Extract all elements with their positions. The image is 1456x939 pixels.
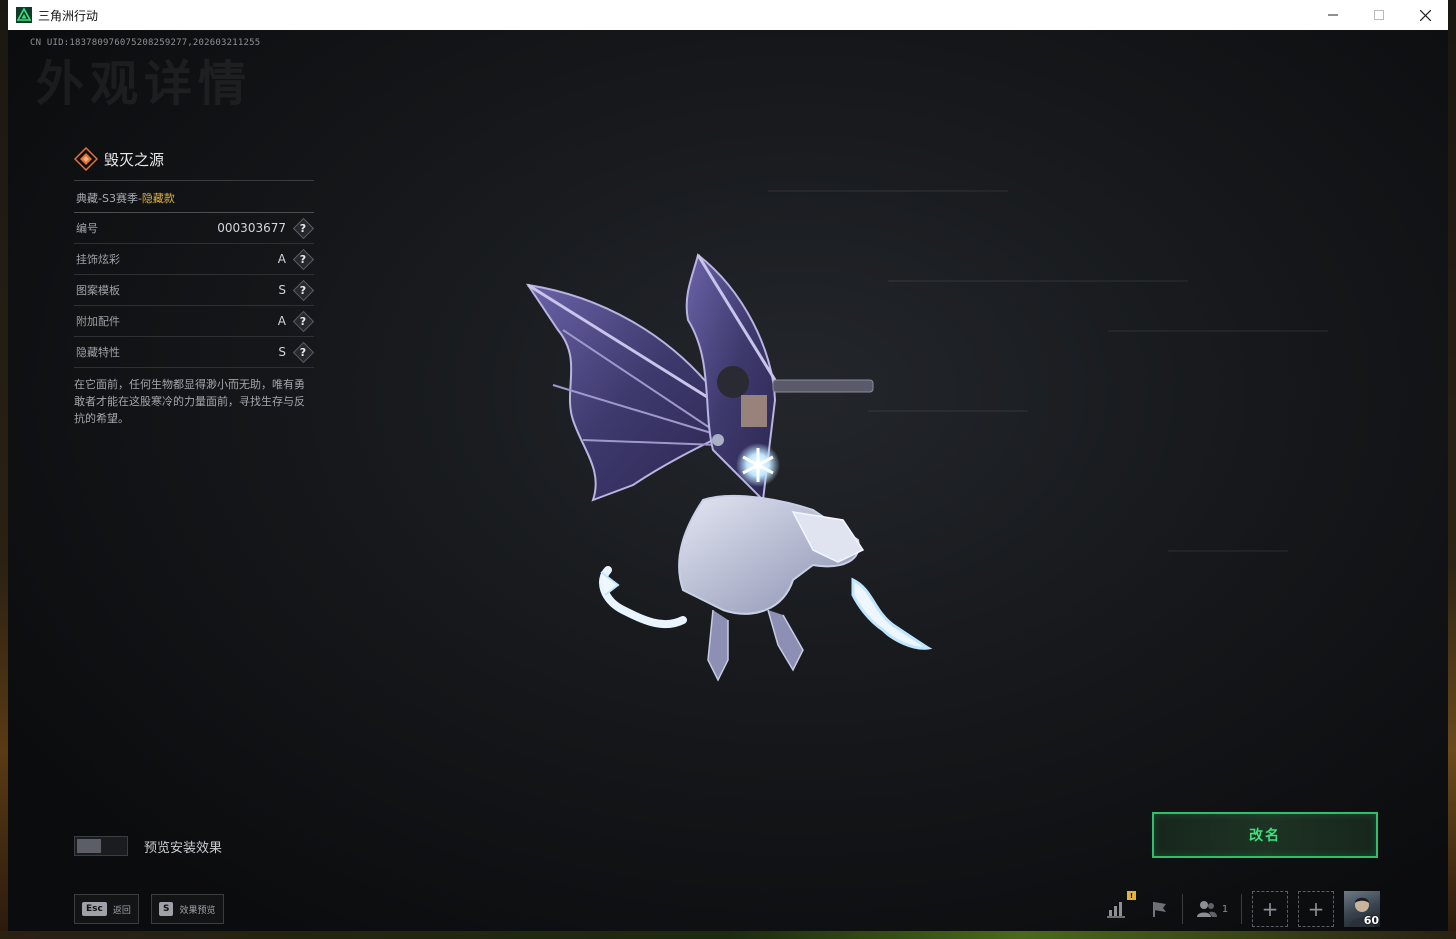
attr-row-pattern: 图案模板 S ? [74, 275, 314, 306]
game-viewport: CN UID:1837809760752082592​77,2026032112… [8, 30, 1448, 931]
attr-row-serial: 编号 000303677 ? [74, 213, 314, 244]
friends-count: 1 [1221, 903, 1229, 915]
window-title: 三角洲行动 [38, 8, 99, 23]
attr-label: 编号 [76, 222, 98, 235]
plus-icon: + [1261, 897, 1279, 921]
app-logo-icon [16, 7, 32, 23]
notice-badge: ! [1127, 891, 1136, 900]
preview-install-label: 预览安装效果 [144, 840, 223, 856]
effect-preview-hint-button[interactable]: S 效果预览 [151, 894, 224, 924]
flag-icon [1153, 902, 1166, 917]
back-hint-button[interactable]: Esc 返回 [74, 894, 139, 924]
toggle-knob [77, 839, 101, 853]
attr-value: A [277, 252, 286, 266]
preview-install-toggle-row: 预览安装效果 [74, 836, 222, 856]
attr-row-charm-color: 挂饰炫彩 A ? [74, 244, 314, 275]
key-esc: Esc [82, 902, 107, 916]
rename-button[interactable]: 改名 [1152, 812, 1378, 858]
wall-streak [1168, 550, 1288, 552]
attr-value: S [278, 345, 286, 359]
series-tag-hidden: 隐藏款 [141, 192, 175, 205]
item-name: 毁灭之源 [104, 150, 165, 169]
window-frame-bottom [0, 931, 1456, 939]
item-header: 毁灭之源 [74, 146, 314, 172]
minimize-icon [1328, 14, 1338, 16]
help-icon[interactable]: ? [294, 219, 312, 237]
hint-label: 效果预览 [179, 905, 216, 916]
hint-label: 返回 [112, 905, 131, 916]
stats-button[interactable]: ! [1094, 891, 1138, 927]
attr-label: 图案模板 [76, 284, 120, 297]
page-title-watermark: 外观详情 [36, 56, 253, 112]
dragon-charm-model[interactable] [513, 250, 933, 690]
wall-streak [768, 190, 1008, 192]
maximize-icon [1374, 10, 1384, 20]
friends-button[interactable]: 1 [1183, 891, 1241, 927]
divider [1241, 894, 1242, 924]
attr-row-attachment: 附加配件 A ? [74, 306, 314, 337]
plus-icon: + [1307, 897, 1325, 921]
attr-value: A [277, 314, 286, 328]
close-button[interactable] [1402, 0, 1448, 30]
window-titlebar[interactable]: 三角洲行动 [8, 0, 1448, 30]
item-description: 在它面前，任何生物都显得渺小而无助，唯有勇敢者才能在这股寒冷的力量面前，寻找生存… [74, 378, 305, 425]
player-level: 60 [1363, 914, 1379, 927]
help-icon[interactable]: ? [294, 281, 312, 299]
add-teammate-slot-1[interactable]: + [1252, 891, 1288, 927]
close-icon [1419, 9, 1431, 21]
rarity-diamond-icon [74, 147, 98, 171]
minimize-button[interactable] [1310, 0, 1356, 30]
bar-chart-icon [1107, 902, 1125, 918]
item-series: 典藏-S3赛季-隐藏款 [74, 181, 314, 212]
preview-install-toggle[interactable] [74, 836, 128, 856]
window-frame-left [0, 0, 8, 939]
help-icon[interactable]: ? [294, 312, 312, 330]
attr-label: 挂饰炫彩 [76, 253, 120, 266]
help-icon[interactable]: ? [294, 343, 312, 361]
help-icon[interactable]: ? [294, 250, 312, 268]
attr-label: 附加配件 [76, 315, 120, 328]
wall-streak [1108, 330, 1328, 332]
series-prefix: 典藏-S3赛季- [76, 192, 142, 205]
add-teammate-slot-2[interactable]: + [1298, 891, 1334, 927]
key-s: S [159, 902, 174, 916]
wall-streak [888, 280, 1188, 282]
attr-row-hidden-trait: 隐藏特性 S ? [74, 337, 314, 368]
bottom-status-bar: ! 1 + + 60 [1094, 890, 1380, 928]
maximize-button[interactable] [1356, 0, 1402, 30]
attr-value: 000303677 [217, 221, 286, 235]
friends-icon [1196, 901, 1217, 917]
team-flag-button[interactable] [1138, 891, 1182, 927]
item-info-panel: 毁灭之源 典藏-S3赛季-隐藏款 编号 000303677 ? 挂饰炫彩 A ?… [74, 146, 314, 427]
window-frame-right [1448, 0, 1456, 939]
player-avatar[interactable]: 60 [1344, 891, 1380, 927]
attr-value: S [278, 283, 286, 297]
attr-label: 隐藏特性 [76, 346, 120, 359]
